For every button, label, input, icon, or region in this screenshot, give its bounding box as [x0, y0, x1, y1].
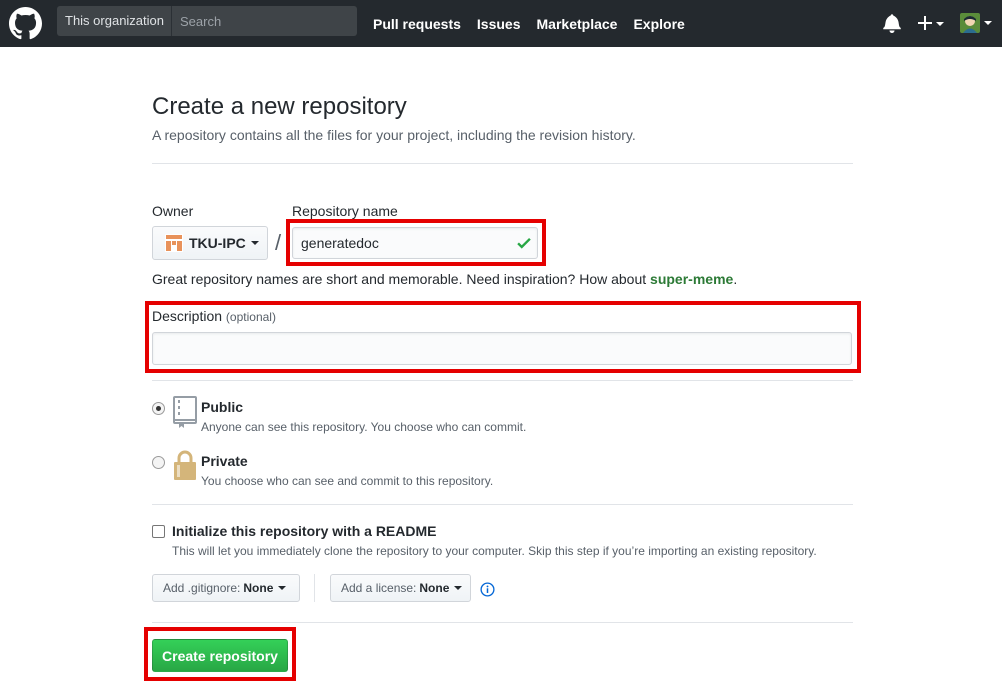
repo-name-label: Repository name: [292, 203, 398, 219]
chevron-down-icon: [936, 22, 944, 26]
nav-marketplace[interactable]: Marketplace: [537, 16, 618, 32]
init-readme-checkbox[interactable]: [152, 525, 165, 538]
init-readme-label[interactable]: Initialize this repository with a README: [172, 523, 436, 539]
public-radio[interactable]: [152, 402, 165, 415]
license-select[interactable]: Add a license: None: [330, 574, 471, 602]
nav-explore[interactable]: Explore: [633, 16, 684, 32]
search-scope-badge[interactable]: This organization: [57, 6, 172, 36]
info-icon[interactable]: [480, 582, 495, 597]
top-header: This organization Pull requests Issues M…: [0, 0, 1002, 47]
owner-value: TKU-IPC: [189, 235, 246, 251]
user-menu[interactable]: [958, 11, 992, 35]
page-subtitle: A repository contains all the files for …: [152, 127, 636, 143]
octocat-logo-icon[interactable]: [9, 7, 42, 40]
private-note: You choose who can see and commit to thi…: [201, 474, 494, 488]
init-readme-note: This will let you immediately clone the …: [172, 544, 817, 558]
gitignore-label: Add .gitignore:: [163, 581, 241, 595]
create-new-menu[interactable]: [916, 12, 948, 34]
create-button-highlight: [144, 627, 296, 681]
search-input[interactable]: [172, 6, 357, 36]
divider: [152, 622, 853, 623]
repo-book-icon: [173, 396, 197, 428]
divider: [152, 380, 853, 381]
avatar-icon: [960, 13, 980, 33]
license-value: None: [419, 581, 450, 595]
private-radio[interactable]: [152, 456, 165, 469]
name-suggestion-hint: Great repository names are short and mem…: [152, 271, 737, 287]
hint-text: Great repository names are short and mem…: [152, 271, 651, 287]
plus-icon: [918, 16, 932, 30]
public-note: Anyone can see this repository. You choo…: [201, 420, 527, 434]
suggested-name-link[interactable]: super-meme: [650, 271, 733, 287]
org-avatar-icon: [165, 234, 183, 252]
license-label: Add a license:: [341, 581, 417, 595]
divider: [152, 504, 853, 505]
page-title: Create a new repository: [152, 93, 407, 120]
vertical-divider: [314, 574, 315, 602]
lock-icon: [174, 450, 196, 480]
repo-name-highlight: [286, 219, 546, 266]
owner-label: Owner: [152, 203, 194, 219]
public-title: Public: [201, 399, 244, 415]
nav-issues[interactable]: Issues: [477, 16, 521, 32]
nav-pull-requests[interactable]: Pull requests: [373, 16, 461, 32]
scoped-search: This organization: [57, 6, 357, 36]
chevron-down-icon: [454, 586, 463, 590]
gitignore-value: None: [243, 581, 274, 595]
private-title: Private: [201, 453, 248, 469]
gitignore-select[interactable]: Add .gitignore: None: [152, 574, 300, 602]
hint-suffix: .: [733, 271, 738, 287]
header-nav: Pull requests Issues Marketplace Explore: [373, 0, 701, 47]
chevron-down-icon: [984, 21, 992, 25]
bell-icon[interactable]: [883, 13, 901, 33]
owner-select-button[interactable]: TKU-IPC: [152, 226, 268, 260]
chevron-down-icon: [250, 241, 259, 245]
description-highlight: [145, 301, 861, 373]
chevron-down-icon: [278, 586, 287, 590]
divider: [152, 163, 853, 164]
owner-repo-separator: /: [275, 230, 282, 255]
